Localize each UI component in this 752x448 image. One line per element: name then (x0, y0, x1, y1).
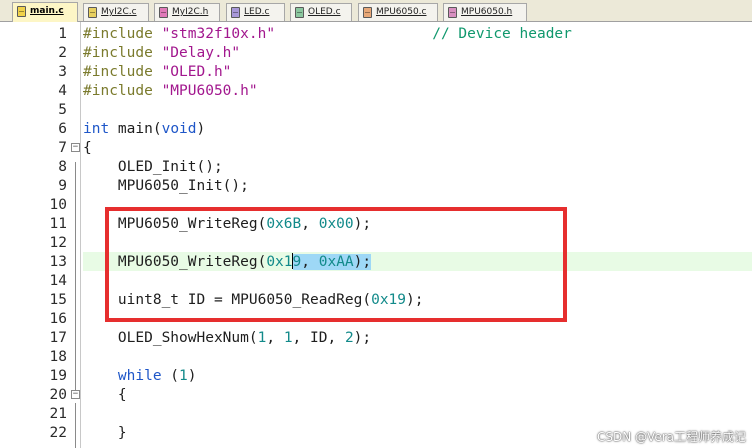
code-line: 20 − { (0, 386, 752, 405)
code-line: 3 #include "OLED.h" (0, 63, 752, 82)
code-text[interactable]: #include "stm32f10x.h" // Device header (83, 25, 572, 44)
line-number: 6 (58, 121, 67, 137)
code-line: 16 (0, 310, 752, 329)
code-line: 10 (0, 196, 752, 215)
tab-label: main.c (30, 6, 64, 16)
code-line: 15 uint8_t ID = MPU6050_ReadReg(0x19); (0, 291, 752, 310)
fold-collapse-icon[interactable]: − (71, 390, 80, 399)
code-line: 18 (0, 348, 752, 367)
line-number: 14 (49, 273, 67, 289)
tab-oled-c[interactable]: OLED.c (290, 3, 352, 21)
code-text[interactable]: MPU6050_Init(); (83, 177, 249, 196)
code-text[interactable]: OLED_ShowHexNum(1, 1, ID, 2); (83, 329, 371, 348)
code-text[interactable]: #include "MPU6050.h" (83, 82, 258, 101)
code-line: 19 while (1) (0, 367, 752, 386)
code-text[interactable]: int main(void) (83, 120, 205, 139)
editor-tab-bar: main.c MyI2C.c MyI2C.h LED.c OLED.c MPU6… (0, 0, 752, 22)
line-number: 20 (49, 387, 67, 403)
tab-mpu6050-c[interactable]: MPU6050.c (358, 3, 438, 21)
tab-main-c[interactable]: main.c (12, 2, 78, 22)
line-number: 9 (58, 178, 67, 194)
tab-led-c[interactable]: LED.c (226, 3, 285, 21)
line-number: 12 (49, 235, 67, 251)
line-number: 5 (58, 102, 67, 118)
tab-label: MyI2C.h (172, 7, 209, 17)
tab-label: MPU6050.h (461, 7, 513, 17)
code-line: 12 (0, 234, 752, 253)
code-editor[interactable]: 1 #include "stm32f10x.h" // Device heade… (0, 22, 752, 448)
line-number: 15 (49, 292, 67, 308)
code-line: 13 MPU6050_WriteReg(0x19, 0xAA); (0, 253, 752, 272)
code-line: 17 OLED_ShowHexNum(1, 1, ID, 2); (0, 329, 752, 348)
code-line: 5 (0, 101, 752, 120)
code-text[interactable]: while (1) (83, 367, 197, 386)
line-number: 4 (58, 83, 67, 99)
tab-myi2c-c[interactable]: MyI2C.c (83, 3, 149, 21)
c-file-icon (231, 7, 240, 18)
code-text[interactable]: } (83, 424, 127, 443)
line-number: 3 (58, 64, 67, 80)
code-text[interactable]: { (83, 139, 92, 158)
line-number: 22 (49, 425, 67, 441)
code-line: 4 #include "MPU6050.h" (0, 82, 752, 101)
tab-label: OLED.c (308, 7, 341, 17)
h-file-icon (159, 7, 168, 18)
line-number: 18 (49, 349, 67, 365)
comment: // Device header (432, 26, 572, 42)
code-line: 6 int main(void) (0, 120, 752, 139)
fold-collapse-icon[interactable]: − (71, 143, 80, 152)
code-line: 11 MPU6050_WriteReg(0x6B, 0x00); (0, 215, 752, 234)
code-line: 8 OLED_Init(); (0, 158, 752, 177)
line-number: 21 (49, 406, 67, 422)
c-file-icon (17, 6, 26, 17)
tab-myi2c-h[interactable]: MyI2C.h (154, 3, 220, 21)
line-number: 11 (49, 216, 67, 232)
code-line: 9 MPU6050_Init(); (0, 177, 752, 196)
line-number: 17 (49, 330, 67, 346)
tab-label: LED.c (244, 7, 270, 17)
code-text[interactable]: OLED_Init(); (83, 158, 223, 177)
code-text[interactable]: MPU6050_WriteReg(0x6B, 0x00); (83, 215, 371, 234)
code-line: 14 (0, 272, 752, 291)
code-text[interactable]: #include "Delay.h" (83, 44, 240, 63)
c-file-icon (363, 7, 372, 18)
watermark: CSDN @Vera工程师养成记 (597, 430, 746, 444)
code-text[interactable]: { (83, 386, 127, 405)
code-text[interactable]: #include "OLED.h" (83, 63, 231, 82)
line-number: 19 (49, 368, 67, 384)
c-file-icon (295, 7, 304, 18)
code-line: 7 − { (0, 139, 752, 158)
code-line: 2 #include "Delay.h" (0, 44, 752, 63)
text-selection[interactable]: 9, 0xAA); (292, 254, 372, 270)
code-line: 21 (0, 405, 752, 424)
line-number: 7 (58, 140, 67, 156)
code-text[interactable]: uint8_t ID = MPU6050_ReadReg(0x19); (83, 291, 424, 310)
line-number: 16 (49, 311, 67, 327)
tab-label: MPU6050.c (376, 7, 427, 17)
line-number: 2 (58, 45, 67, 61)
line-number: 1 (58, 26, 67, 42)
tab-mpu6050-h[interactable]: MPU6050.h (443, 3, 527, 21)
line-number: 8 (58, 159, 67, 175)
c-file-icon (88, 7, 97, 18)
tab-label: MyI2C.c (101, 7, 137, 17)
line-number: 13 (49, 254, 67, 270)
code-line: 1 #include "stm32f10x.h" // Device heade… (0, 25, 752, 44)
line-number: 10 (49, 197, 67, 213)
h-file-icon (448, 7, 457, 18)
code-text[interactable]: MPU6050_WriteReg(0x19, 0xAA); (83, 253, 372, 272)
